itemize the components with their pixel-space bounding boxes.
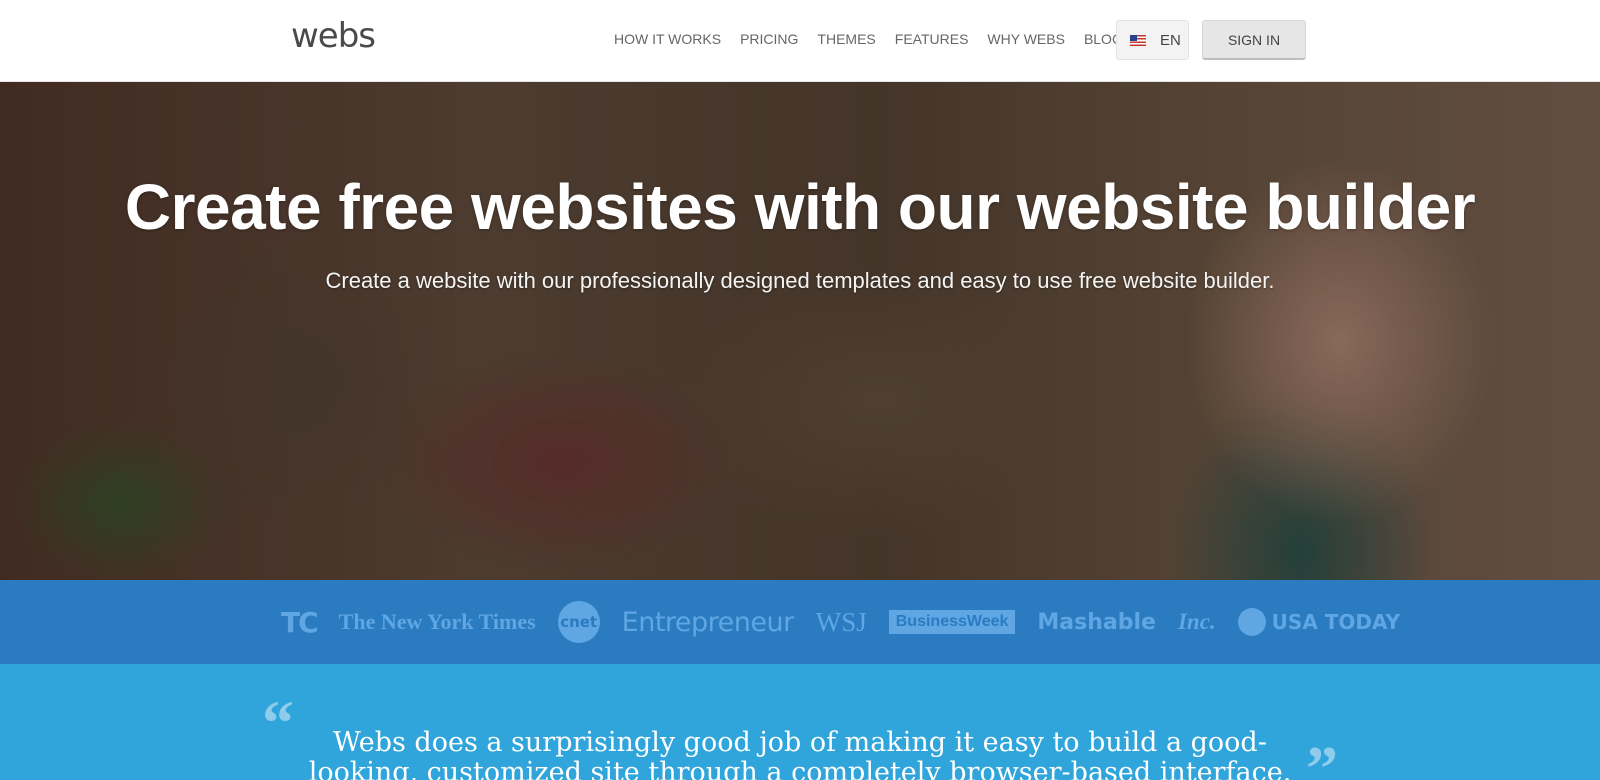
hero-subtitle: Create a website with our professionally… <box>325 268 1275 293</box>
language-selector[interactable]: EN <box>1116 20 1189 60</box>
hero-banner: Create free websites with our website bu… <box>0 82 1600 580</box>
nav-how-it-works[interactable]: HOW IT WORKS <box>614 31 721 47</box>
techcrunch-logo: TC <box>281 605 319 639</box>
hero-title: Create free websites with our website bu… <box>124 171 1476 243</box>
close-quote-icon: ” <box>1306 733 1338 780</box>
site-header: webs HOW IT WORKS PRICING THEMES FEATURE… <box>0 0 1600 82</box>
nav-themes[interactable]: THEMES <box>817 31 875 47</box>
wsj-logo: WSJ <box>815 606 867 637</box>
open-quote-icon: “ <box>262 687 294 758</box>
testimonial-text: Webs does a surprisingly good job of mak… <box>308 727 1292 780</box>
hero-background-image <box>0 82 1600 580</box>
press-logos: TC The New York Times cnet Entrepreneur … <box>281 600 1400 644</box>
usatoday-logo: USA TODAY <box>1237 608 1401 636</box>
nav-pricing[interactable]: PRICING <box>740 31 798 47</box>
us-flag-icon <box>1130 34 1146 46</box>
inc-logo: Inc. <box>1177 609 1216 634</box>
language-code: EN <box>1160 31 1181 49</box>
businessweek-logo: BusinessWeek <box>888 610 1016 634</box>
main-nav: HOW IT WORKS PRICING THEMES FEATURES WHY… <box>614 31 1142 47</box>
press-logos-bar: TC The New York Times cnet Entrepreneur … <box>0 580 1600 664</box>
entrepreneur-logo: Entrepreneur <box>621 606 795 638</box>
usatoday-dot-icon <box>1237 608 1266 636</box>
cnet-logo: cnet <box>557 601 600 643</box>
webs-logo[interactable]: webs <box>291 16 376 56</box>
testimonial-section: “ Webs does a surprisingly good job of m… <box>0 664 1600 780</box>
usatoday-wordmark: USA TODAY <box>1271 610 1401 634</box>
nav-features[interactable]: FEATURES <box>895 31 969 47</box>
mashable-logo: Mashable <box>1037 609 1156 635</box>
nytimes-logo: The New York Times <box>338 609 536 634</box>
sign-in-button[interactable]: SIGN IN <box>1202 20 1306 60</box>
nav-why-webs[interactable]: WHY WEBS <box>987 31 1065 47</box>
